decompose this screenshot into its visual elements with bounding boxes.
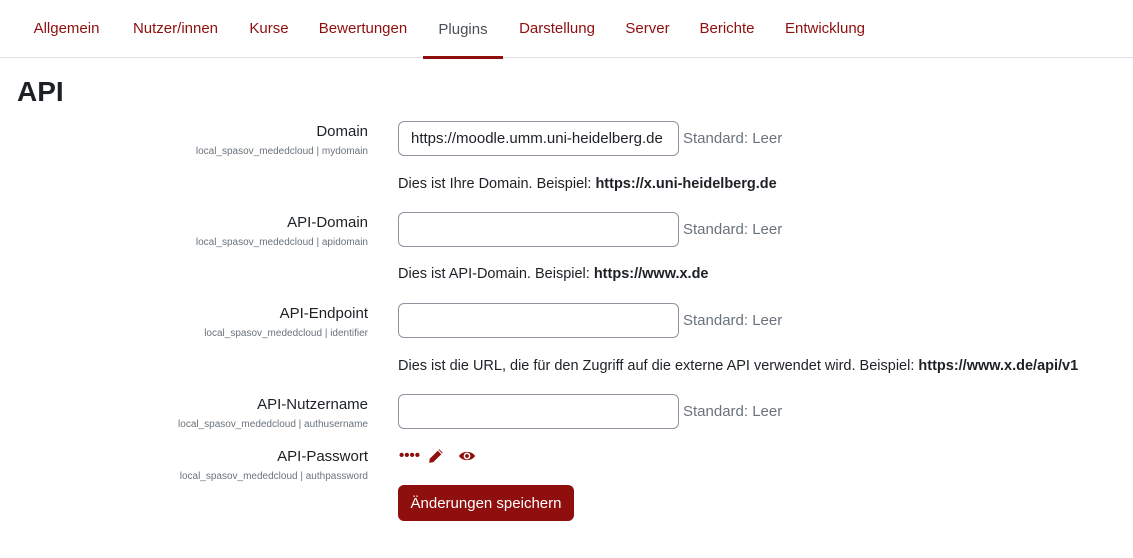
tab-allgemein[interactable]: Allgemein xyxy=(17,0,116,57)
setting-label-password: API-Passwort xyxy=(277,448,368,465)
default-note-apidomain: Standard: Leer xyxy=(683,221,783,238)
endpoint-input[interactable] xyxy=(398,303,679,338)
setting-key-domain: local_spasov_mededcloud | mydomain xyxy=(195,146,368,157)
default-note-endpoint: Standard: Leer xyxy=(683,312,783,329)
setting-key-username: local_spasov_mededcloud | authusername xyxy=(178,419,368,430)
setting-label-apidomain: API-Domain xyxy=(287,214,368,231)
tab-nutzer-innen[interactable]: Nutzer/innen xyxy=(116,0,235,57)
tab-darstellung[interactable]: Darstellung xyxy=(503,0,611,57)
password-masked-value: •••• xyxy=(399,447,421,464)
username-input[interactable] xyxy=(398,394,679,429)
setting-label-username: API-Nutzername xyxy=(257,396,368,413)
tab-plugins[interactable]: Plugins xyxy=(423,0,503,59)
tab-bewertungen[interactable]: Bewertungen xyxy=(303,0,423,57)
description-domain: Dies ist Ihre Domain. Beispiel: https://… xyxy=(398,176,777,192)
description-apidomain: Dies ist API-Domain. Beispiel: https://w… xyxy=(398,266,709,282)
apidomain-input[interactable] xyxy=(398,212,679,247)
setting-label-domain: Domain xyxy=(316,123,368,140)
default-note-username: Standard: Leer xyxy=(683,403,783,420)
setting-label-endpoint: API-Endpoint xyxy=(279,305,368,322)
tab-server[interactable]: Server xyxy=(611,0,684,57)
domain-input[interactable] xyxy=(398,121,679,156)
eye-icon[interactable] xyxy=(458,449,476,468)
setting-key-endpoint: local_spasov_mededcloud | identifier xyxy=(204,328,368,339)
admin-tab-bar: Allgemein Nutzer/innen Kurse Bewertungen… xyxy=(0,0,1133,59)
pencil-icon[interactable] xyxy=(428,448,444,469)
save-changes-button[interactable]: Änderungen speichern xyxy=(398,485,574,521)
setting-key-password: local_spasov_mededcloud | authpassword xyxy=(179,471,368,482)
tab-berichte[interactable]: Berichte xyxy=(684,0,770,57)
default-note-domain: Standard: Leer xyxy=(683,130,783,147)
setting-key-apidomain: local_spasov_mededcloud | apidomain xyxy=(195,237,368,248)
tab-kurse[interactable]: Kurse xyxy=(235,0,303,57)
page-title: API xyxy=(17,76,64,107)
tab-entwicklung[interactable]: Entwicklung xyxy=(770,0,880,57)
description-endpoint: Dies ist die URL, die für den Zugriff au… xyxy=(398,358,1079,374)
